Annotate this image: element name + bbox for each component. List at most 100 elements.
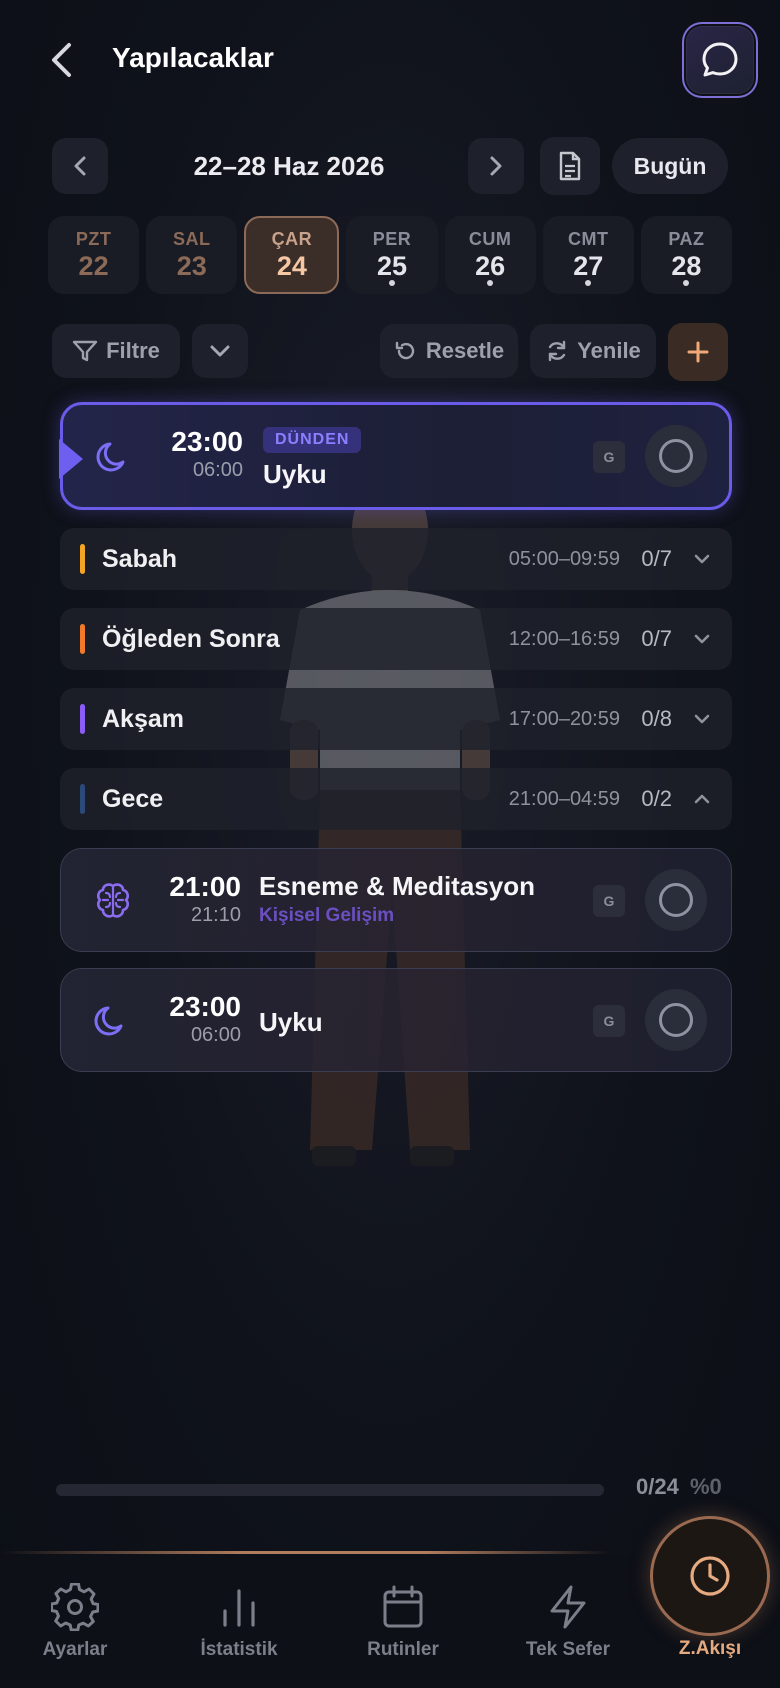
task-card[interactable]: 23:00 06:00 Uyku G xyxy=(60,968,732,1072)
nav-label: Ayarlar xyxy=(42,1639,108,1660)
clock-icon xyxy=(690,1556,730,1596)
lightning-icon xyxy=(550,1585,586,1629)
section-count: 0/7 xyxy=(641,546,672,571)
day-name: ÇAR xyxy=(271,228,313,249)
filter-icon xyxy=(72,340,98,362)
complete-task-checkbox[interactable] xyxy=(645,425,707,487)
task-category: Kişisel Gelişim xyxy=(259,905,395,926)
progress-percent: %0 xyxy=(690,1474,722,1499)
day-pzt[interactable]: PZT 22 xyxy=(48,216,140,294)
nav-settings[interactable]: Ayarlar xyxy=(15,1583,135,1661)
refresh-label: Yenile xyxy=(577,338,641,363)
section-time-range: 05:00–09:59 xyxy=(508,548,620,570)
notes-button[interactable] xyxy=(540,137,600,195)
daily-progress-bar xyxy=(56,1484,604,1496)
day-number: 26 xyxy=(475,250,506,281)
reset-button[interactable]: Resetle xyxy=(380,324,518,378)
complete-task-checkbox[interactable] xyxy=(645,989,707,1051)
day-number: 24 xyxy=(276,250,307,281)
filter-dropdown-button[interactable] xyxy=(192,324,248,378)
day-name: CMT xyxy=(568,228,609,249)
prev-week-button[interactable] xyxy=(52,138,108,194)
chevron-right-icon xyxy=(490,156,502,176)
nav-label: Tek Sefer xyxy=(525,1639,611,1660)
nav-one-time[interactable]: Tek Sefer xyxy=(508,1583,628,1661)
day-cum[interactable]: CUM 26 xyxy=(444,216,536,294)
moon-icon xyxy=(93,435,135,477)
toolbar: Filtre Resetle Yenile xyxy=(52,323,728,381)
task-title: Esneme & Meditasyon xyxy=(259,871,535,901)
section-count: 0/8 xyxy=(641,706,672,731)
calendar-icon xyxy=(383,1585,423,1628)
day-number: 23 xyxy=(176,250,207,281)
today-button[interactable]: Bugün xyxy=(612,138,728,194)
section-sabah[interactable]: Sabah 05:00–09:59 0/7 xyxy=(60,528,732,590)
section-aksam[interactable]: Akşam 17:00–20:59 0/8 xyxy=(60,688,732,750)
section-name: Gece xyxy=(102,785,164,813)
plus-icon xyxy=(687,341,709,363)
day-name: PAZ xyxy=(668,228,705,249)
task-dot-indicator xyxy=(388,280,395,286)
refresh-button[interactable]: Yenile xyxy=(530,324,656,378)
time-flow-button[interactable] xyxy=(650,1516,770,1636)
day-name: PZT xyxy=(75,228,112,249)
section-time-range: 12:00–16:59 xyxy=(508,628,620,650)
section-color-bar xyxy=(80,704,85,734)
task-start-time: 23:00 xyxy=(169,991,241,1022)
nav-label-flow: Z.Akışı xyxy=(678,1638,742,1659)
day-name: CUM xyxy=(468,228,512,249)
task-end-time: 06:00 xyxy=(192,459,243,481)
day-number: 27 xyxy=(573,250,604,281)
section-count: 0/2 xyxy=(641,786,672,811)
task-dot-indicator xyxy=(585,280,592,286)
brain-icon xyxy=(91,879,135,923)
day-per[interactable]: PER 25 xyxy=(346,216,438,294)
day-cmt[interactable]: CMT 27 xyxy=(542,216,634,294)
day-selector: PZT 22 SAL 23 ÇAR 24 PER 25 CUM 26 CMT 2… xyxy=(48,216,732,294)
nav-stats[interactable]: İstatistik xyxy=(179,1583,299,1661)
week-range-label: 22–28 Haz 2026 xyxy=(193,151,385,181)
section-color-bar xyxy=(80,784,85,814)
task-title: Uyku xyxy=(263,459,327,489)
section-color-bar xyxy=(80,544,85,574)
section-count: 0/7 xyxy=(641,626,672,651)
filter-label: Filtre xyxy=(106,338,160,363)
task-end-time: 21:10 xyxy=(190,904,241,926)
section-time-range: 21:00–04:59 xyxy=(508,788,620,810)
section-name: Akşam xyxy=(102,705,184,733)
section-gece[interactable]: Gece 21:00–04:59 0/2 xyxy=(60,768,732,830)
checkbox-ring xyxy=(659,1003,693,1037)
chevron-up-icon xyxy=(694,794,710,804)
carried-over-task-card[interactable]: 23:00 06:00 DÜNDEN Uyku G xyxy=(59,402,732,510)
task-chip: G xyxy=(593,885,625,917)
checkbox-ring xyxy=(659,883,693,917)
section-name: Sabah xyxy=(102,545,178,573)
chat-button[interactable] xyxy=(684,24,756,96)
day-paz[interactable]: PAZ 28 xyxy=(640,216,732,294)
nav-routines[interactable]: Rutinler xyxy=(343,1583,463,1661)
day-car-selected[interactable]: ÇAR 24 xyxy=(244,216,340,294)
back-button[interactable] xyxy=(42,40,82,80)
chevron-down-icon xyxy=(694,554,710,564)
day-name: PER xyxy=(372,228,412,249)
task-end-time: 06:00 xyxy=(190,1024,241,1046)
section-time-range: 17:00–20:59 xyxy=(508,708,620,730)
section-ogleden-sonra[interactable]: Öğleden Sonra 12:00–16:59 0/7 xyxy=(60,608,732,670)
chevron-left-icon xyxy=(52,43,71,77)
filter-button[interactable]: Filtre xyxy=(52,324,180,378)
complete-task-checkbox[interactable] xyxy=(645,869,707,931)
section-name: Öğleden Sonra xyxy=(102,625,280,653)
day-sal[interactable]: SAL 23 xyxy=(146,216,238,294)
progress-count: 0/24 xyxy=(636,1474,679,1499)
task-card[interactable]: 21:00 21:10 Esneme & Meditasyon Kişisel … xyxy=(60,848,732,952)
add-task-button[interactable] xyxy=(668,323,728,381)
section-color-bar xyxy=(80,624,85,654)
day-name: SAL xyxy=(172,228,211,249)
task-start-time: 23:00 xyxy=(171,426,243,457)
carried-over-badge: DÜNDEN xyxy=(263,427,362,453)
gear-icon xyxy=(51,1583,99,1631)
task-dot-indicator xyxy=(487,280,494,286)
next-week-button[interactable] xyxy=(468,138,524,194)
reset-icon xyxy=(395,341,415,360)
task-chip: G xyxy=(593,441,625,473)
